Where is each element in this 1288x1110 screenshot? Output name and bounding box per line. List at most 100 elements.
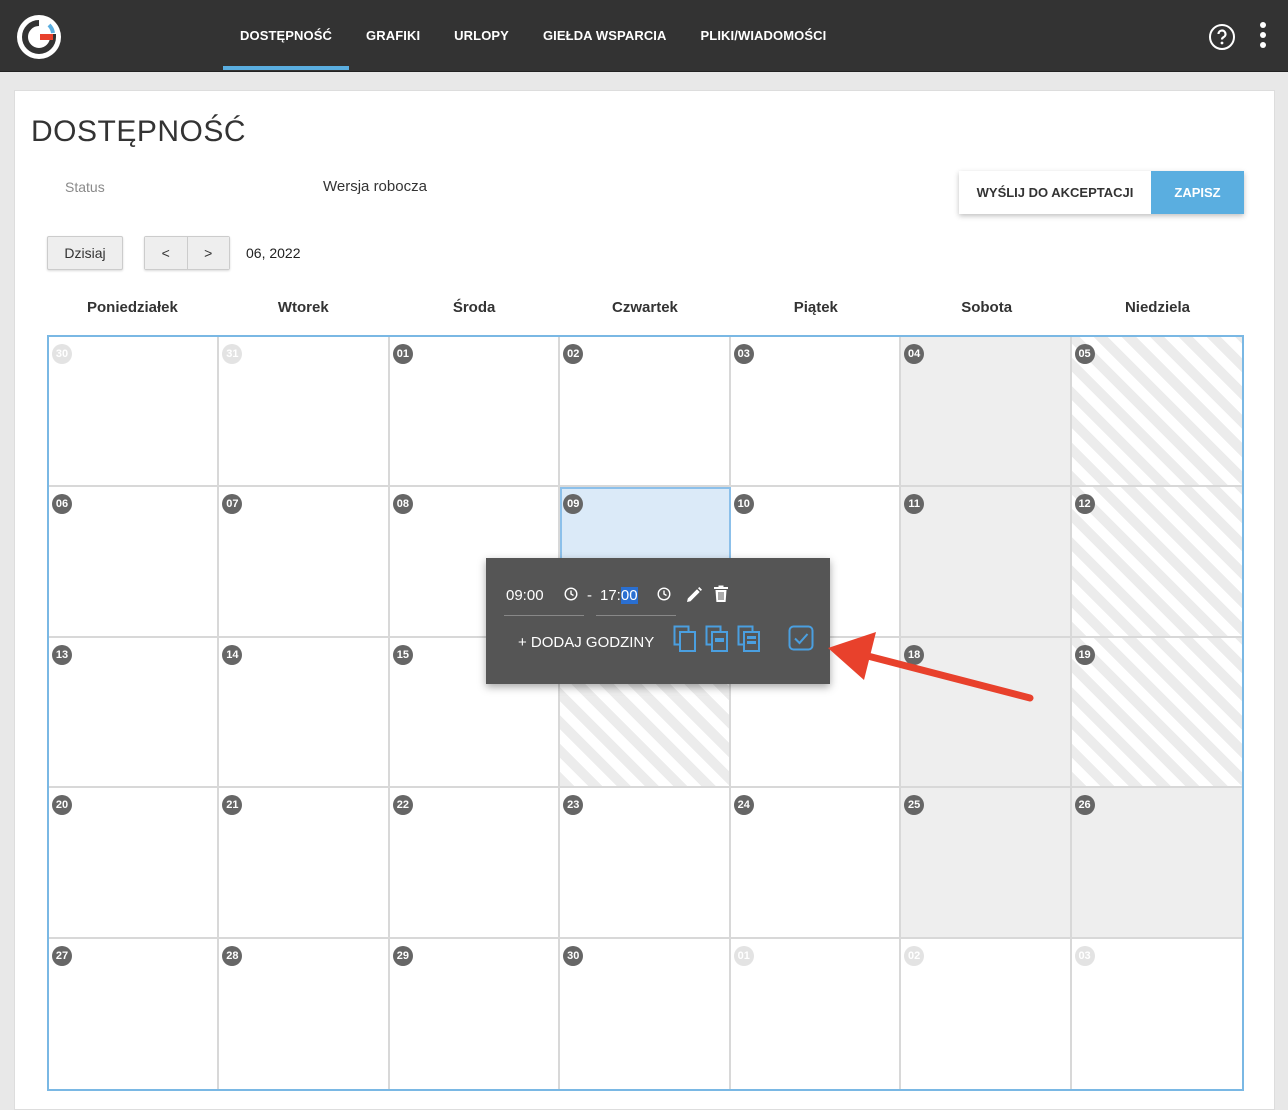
next-month-button[interactable]: > <box>187 237 229 269</box>
time-from-input[interactable]: 09:00 <box>504 584 584 616</box>
app-logo-icon[interactable] <box>16 14 62 60</box>
calendar-day-cell[interactable]: 29 <box>389 938 561 1089</box>
day-number-badge: 10 <box>733 494 754 515</box>
time-from-value: 09:00 <box>506 587 544 604</box>
check-icon[interactable] <box>788 625 814 651</box>
weekday-label: Czwartek <box>612 299 678 316</box>
time-separator: - <box>587 587 592 604</box>
pencil-icon[interactable] <box>685 586 703 604</box>
calendar-day-cell[interactable]: 07 <box>219 487 390 638</box>
weekday-label: Piątek <box>793 299 838 316</box>
copy-icon[interactable] <box>673 625 697 653</box>
day-number-badge: 31 <box>222 344 243 364</box>
day-number-badge: 24 <box>733 795 754 816</box>
day-number-badge: 15 <box>392 644 413 665</box>
weekday-label: Wtorek <box>277 299 329 316</box>
calendar-day-cell[interactable]: 23 <box>560 788 731 939</box>
send-for-approval-button[interactable]: WYŚLIJ DO AKCEPTACJI <box>959 171 1151 214</box>
trash-icon[interactable] <box>713 585 729 603</box>
day-number-badge: 01 <box>733 945 754 966</box>
nav-item-dostepnosc[interactable]: DOSTĘPNOŚĆ <box>223 0 350 72</box>
status-label: Status <box>65 179 105 195</box>
action-buttons: WYŚLIJ DO AKCEPTACJI ZAPISZ <box>959 171 1244 214</box>
day-number-badge: 07 <box>222 494 243 515</box>
time-to-minutes-selected: 00 <box>620 587 638 604</box>
time-to-input[interactable]: 17:00 <box>596 584 676 616</box>
calendar-day-cell[interactable]: 30 <box>560 938 731 1089</box>
calendar-day-cell[interactable]: 26 <box>1071 788 1242 939</box>
prev-month-button[interactable]: < <box>145 237 188 269</box>
time-to-hours: 17: <box>600 587 621 604</box>
add-hours-button[interactable]: + DODAJ GODZINY <box>518 634 654 651</box>
current-month-label: 06, 2022 <box>246 245 301 261</box>
calendar-day-cell[interactable]: 20 <box>49 788 220 939</box>
more-menu-icon[interactable] <box>1258 22 1268 52</box>
main-nav: DOSTĘPNOŚĆ GRAFIKI URLOPY GIEŁDA WSPARCI… <box>223 0 843 72</box>
month-navigation: < > <box>144 236 230 270</box>
calendar-day-cell[interactable]: 06 <box>49 487 220 638</box>
day-number-badge: 27 <box>52 945 72 966</box>
calendar-day-cell[interactable]: 31 <box>219 337 390 488</box>
day-number-badge: 01 <box>392 344 413 364</box>
day-number-badge: 22 <box>392 795 413 816</box>
calendar-day-cell[interactable]: 01 <box>389 337 561 488</box>
calendar-day-cell[interactable]: 24 <box>730 788 902 939</box>
calendar-day-cell[interactable]: 14 <box>219 637 390 789</box>
clock-icon[interactable] <box>657 587 671 601</box>
calendar-day-cell[interactable]: 05 <box>1071 337 1242 488</box>
day-number-badge: 02 <box>563 344 584 364</box>
day-number-badge: 23 <box>563 795 584 816</box>
calendar-day-cell[interactable]: 28 <box>219 938 390 1089</box>
calendar-day-cell[interactable]: 02 <box>560 337 731 488</box>
day-number-badge: 14 <box>222 644 243 665</box>
day-number-badge: 02 <box>904 945 925 966</box>
calendar-day-cell[interactable]: 25 <box>901 788 1072 939</box>
day-number-badge: 26 <box>1074 795 1095 816</box>
nav-item-grafiki[interactable]: GRAFIKI <box>349 0 437 72</box>
calendar-day-cell[interactable]: 22 <box>389 788 561 939</box>
day-number-badge: 11 <box>904 494 925 515</box>
day-number-badge: 13 <box>52 644 72 665</box>
copy-weekdays-icon[interactable] <box>705 625 729 653</box>
day-number-badge: 03 <box>733 344 754 364</box>
calendar-day-cell[interactable]: 01 <box>730 938 902 1089</box>
day-number-badge: 12 <box>1074 494 1095 515</box>
day-number-badge: 03 <box>1074 945 1095 966</box>
calendar-day-cell[interactable]: 27 <box>49 938 220 1089</box>
nav-item-gielda-wsparcia[interactable]: GIEŁDA WSPARCIA <box>526 0 684 72</box>
calendar-day-cell[interactable]: 21 <box>219 788 390 939</box>
day-number-badge: 04 <box>904 344 925 364</box>
help-icon[interactable] <box>1208 23 1236 51</box>
calendar-grid: 3031010203040506070809101112131415161718… <box>47 335 1244 1091</box>
save-button[interactable]: ZAPISZ <box>1151 171 1244 214</box>
today-button[interactable]: Dzisiaj <box>47 236 123 270</box>
calendar-day-cell[interactable]: 03 <box>730 337 902 488</box>
day-number-badge: 09 <box>563 494 584 515</box>
day-number-badge: 30 <box>52 344 72 364</box>
weekday-label: Sobota <box>961 299 1013 316</box>
copy-weekend-icon[interactable] <box>737 625 761 653</box>
day-number-badge: 21 <box>222 795 243 816</box>
annotation-arrow <box>828 632 1034 702</box>
day-number-badge: 06 <box>52 494 72 515</box>
calendar-day-cell[interactable]: 11 <box>901 487 1072 638</box>
calendar-day-cell[interactable]: 12 <box>1071 487 1242 638</box>
nav-item-pliki-wiadomosci[interactable]: PLIKI/WIADOMOŚCI <box>684 0 844 72</box>
calendar-day-cell[interactable]: 03 <box>1071 938 1242 1089</box>
page-title: DOSTĘPNOŚĆ <box>31 115 247 148</box>
calendar-day-cell[interactable]: 04 <box>901 337 1072 488</box>
weekday-header: Poniedziałek Wtorek Środa Czwartek Piątek Sob… <box>47 299 1243 316</box>
clock-icon[interactable] <box>564 587 578 601</box>
calendar-day-cell[interactable]: 13 <box>49 637 220 789</box>
day-number-badge: 20 <box>52 795 72 816</box>
calendar-day-cell[interactable]: 19 <box>1071 637 1242 789</box>
day-number-badge: 29 <box>392 945 413 966</box>
day-number-badge: 25 <box>904 795 925 816</box>
calendar-day-cell[interactable]: 30 <box>49 337 220 488</box>
nav-item-urlopy[interactable]: URLOPY <box>437 0 526 72</box>
top-navigation-bar: DOSTĘPNOŚĆ GRAFIKI URLOPY GIEŁDA WSPARCI… <box>0 0 1288 72</box>
calendar-day-cell[interactable]: 02 <box>901 938 1072 1089</box>
day-number-badge: 08 <box>392 494 413 515</box>
weekday-label: Poniedziałek <box>86 299 178 316</box>
day-number-badge: 30 <box>563 945 584 966</box>
